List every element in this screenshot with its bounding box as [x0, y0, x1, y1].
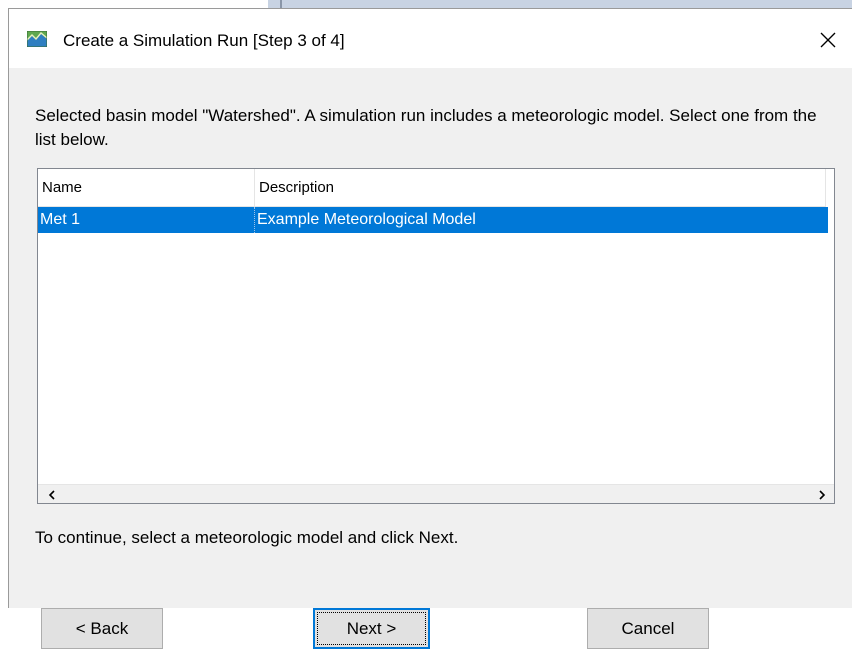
row-name-cell: Met 1 [38, 207, 255, 233]
next-button-label: Next > [346, 619, 397, 638]
dialog-title: Create a Simulation Run [Step 3 of 4] [63, 31, 345, 50]
table-header: Name Description [38, 169, 826, 207]
horizontal-scrollbar[interactable] [38, 484, 834, 503]
back-button[interactable]: < Back [41, 608, 163, 649]
scroll-right-button[interactable] [812, 485, 832, 503]
create-simulation-run-dialog: Create a Simulation Run [Step 3 of 4] Se… [8, 8, 852, 649]
next-button[interactable]: Next > [313, 608, 430, 649]
scroll-left-button[interactable] [42, 485, 62, 503]
dialog-content: Selected basin model "Watershed". A simu… [9, 68, 852, 649]
close-icon [820, 32, 836, 48]
close-button[interactable] [809, 23, 847, 57]
continue-hint: To continue, select a meteorologic model… [35, 528, 459, 547]
column-header-description[interactable]: Description [255, 169, 826, 206]
meteorologic-model-table: Name Description Met 1 Example Meteorolo… [37, 168, 835, 504]
row-description-cell: Example Meteorological Model [257, 211, 476, 228]
app-icon [26, 30, 48, 48]
cancel-button[interactable]: Cancel [587, 608, 709, 649]
column-header-name[interactable]: Name [38, 169, 255, 206]
instructions-text: Selected basin model "Watershed". A simu… [35, 106, 817, 149]
chevron-right-icon [819, 489, 826, 500]
back-button-label: < Back [75, 619, 129, 638]
table-row[interactable]: Met 1 Example Meteorological Model [38, 207, 828, 233]
chevron-left-icon [48, 489, 55, 500]
title-bar[interactable]: Create a Simulation Run [Step 3 of 4] [9, 9, 852, 68]
cancel-button-label: Cancel [621, 619, 675, 638]
